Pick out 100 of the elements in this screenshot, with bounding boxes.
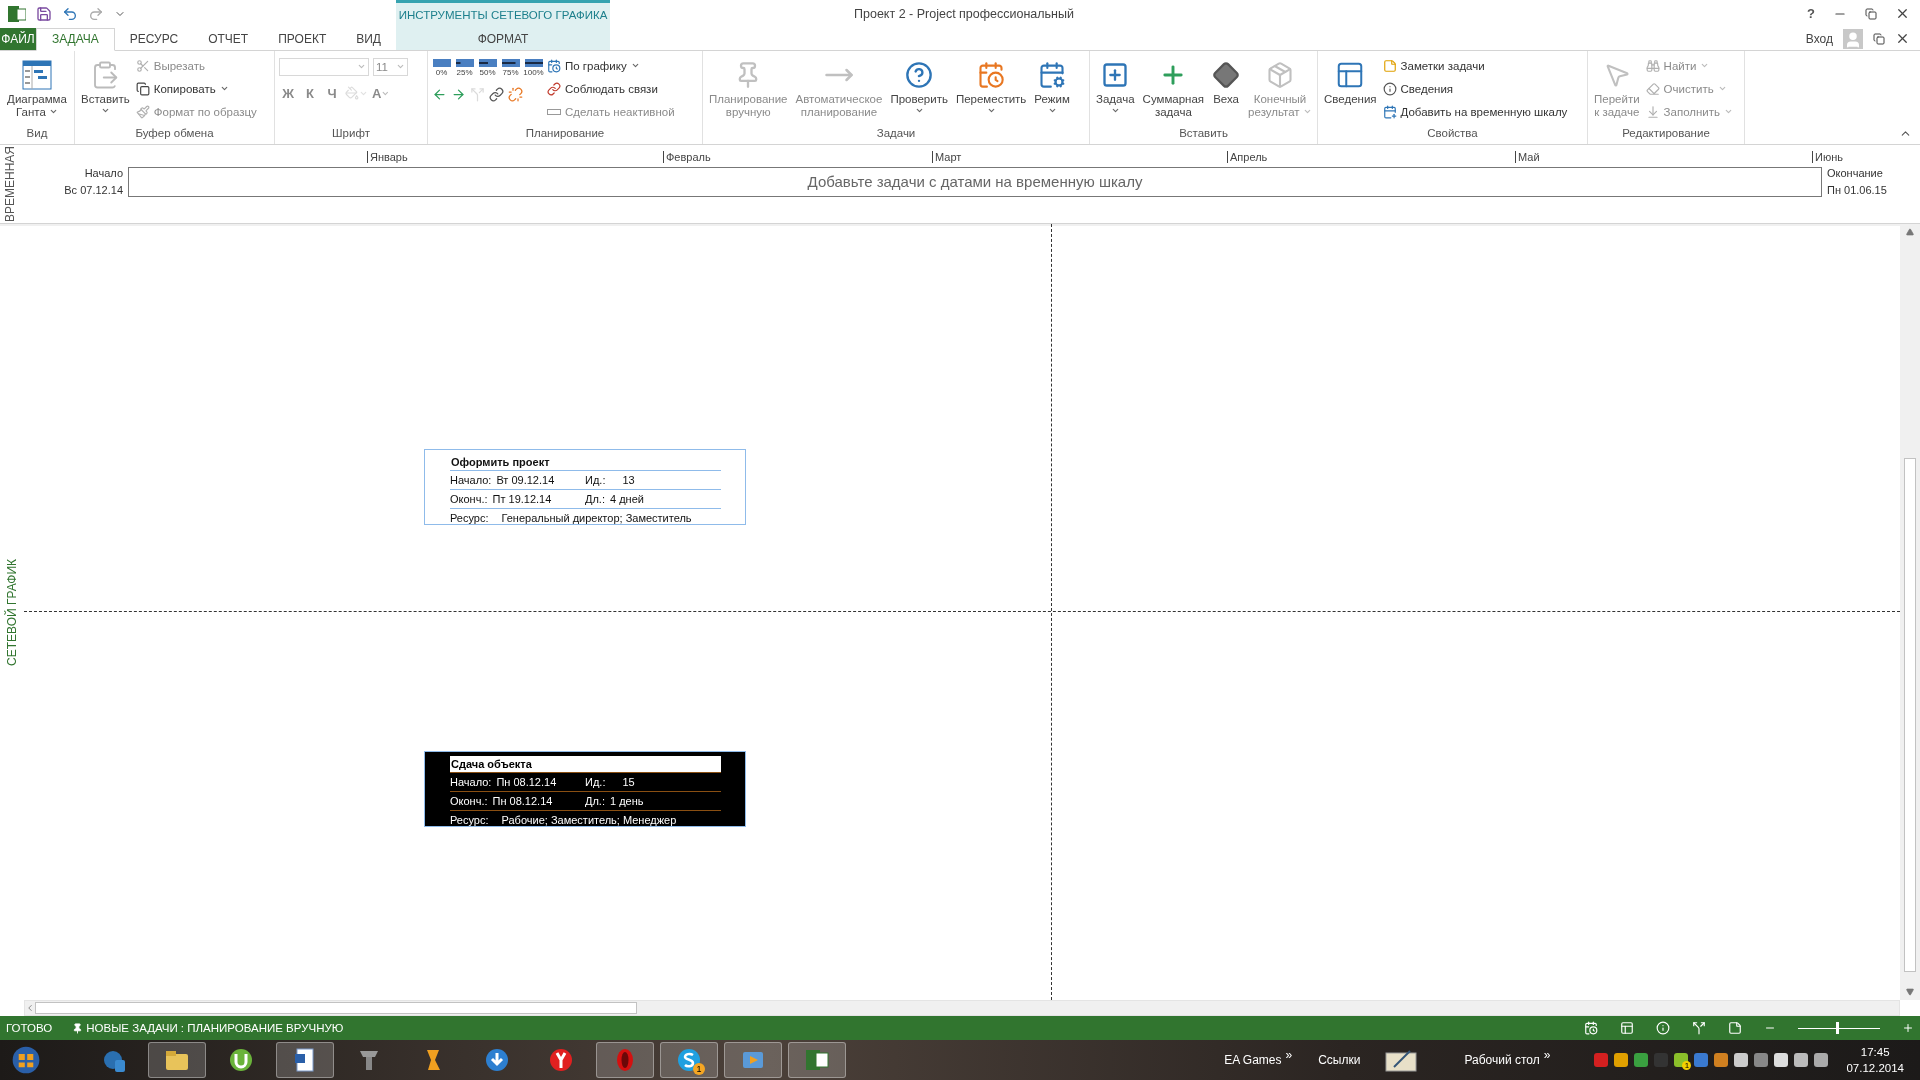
toolbar-label[interactable]: Рабочий стол [1464,1053,1540,1068]
timeline-bar[interactable]: Добавьте задачи с датами на временную шкалу [128,166,1822,197]
ribbon-button[interactable]: Веха [1210,54,1243,108]
resource-names: Генеральный директор; Заместитель [501,512,692,525]
taskbar-button[interactable] [788,1042,846,1079]
tray-icon[interactable] [1774,1053,1789,1068]
tray-icon[interactable] [1714,1053,1729,1068]
gantt-chart-icon [22,59,52,90]
percent-complete-button[interactable]: 0% [432,57,451,77]
ribbon-button[interactable]: Переместить [953,54,1029,117]
scroll-down-icon[interactable] [1906,988,1914,997]
field-label: Начало: [450,776,492,789]
tray-icon[interactable] [1794,1053,1809,1068]
progress-bar-icon [501,57,520,68]
calendar-arrow-icon [977,60,1006,89]
tray-icon[interactable] [1614,1053,1629,1068]
note-icon [1382,58,1397,73]
ribbon-display-icon[interactable] [1873,32,1885,45]
task-id: 15 [622,776,635,789]
sign-in-link[interactable]: Вход [1805,31,1833,46]
taskbar-button[interactable]: 1 [660,1042,718,1079]
pushpin-icon [72,1022,84,1034]
clock[interactable]: 17:45 07.12.2014 [1834,1044,1920,1077]
task-node[interactable]: Оформить проект Начало: Вт 09.12.14 Ид.: 13 Оконч.: Пт 19.12.14 Дл.: 4 дней Ресурс: Генеральный директор; Заместитель [424,449,746,526]
ribbon-button[interactable]: Проверить [888,54,950,117]
ribbon-button[interactable]: Копировать [135,78,257,99]
field-label: Дл.: [585,493,605,506]
ribbon-button[interactable]: Заметки задачи [1382,55,1568,76]
ribbon-button[interactable]: Суммарная задача [1140,54,1207,121]
timeline-add-icon [1382,104,1397,119]
taskbar-button[interactable] [148,1042,206,1079]
ribbon-button[interactable]: Сведения [1382,78,1568,99]
undo-icon[interactable] [62,5,78,22]
copy-icon [135,81,150,96]
ribbon-button[interactable]: Режим [1032,54,1072,117]
icon-button[interactable] [432,86,447,102]
toolbar-label[interactable]: Ссылки [1318,1053,1361,1068]
task-name: Сдача объекта [451,758,532,771]
ribbon-button[interactable]: Диаграмма Ганта [5,54,69,121]
icon-button[interactable] [489,86,504,102]
taskbar-button[interactable] [276,1042,334,1079]
ribbon-tab[interactable]: ФАЙЛ [0,27,36,50]
month-label: Февраль [663,150,711,163]
month-label: Июнь [1812,150,1843,163]
ribbon-tab[interactable]: ОТЧЕТ [193,27,264,50]
notification-badge: 1 [693,1063,705,1076]
ribbon-button[interactable]: Вставить [79,54,132,117]
save-icon[interactable] [36,5,52,22]
inactive-bar-icon [547,108,561,115]
toolbar-chevron[interactable]: » [1285,1048,1293,1063]
horizontal-scrollbar[interactable] [24,1000,1900,1017]
icon-button[interactable] [451,86,466,102]
ribbon-button[interactable]: Задача [1094,54,1137,117]
task-name: Оформить проект [451,456,550,469]
help-button[interactable]: ? [1807,6,1815,22]
ribbon-button[interactable]: По графику [547,55,675,76]
scroll-thumb[interactable] [1904,458,1916,973]
scroll-thumb[interactable] [35,1002,637,1015]
link-icon [489,86,504,102]
ribbon-tab[interactable]: ПРОЕКТ [263,27,342,50]
toolbar-label[interactable]: EA Games [1224,1053,1282,1068]
paintbrush-icon [135,104,150,119]
ribbon-tab[interactable]: РЕСУРС [114,27,194,50]
toolbar-chevron[interactable]: » [1543,1048,1551,1063]
task-id: 13 [622,474,635,487]
ribbon-tab[interactable]: ВИД [341,27,396,50]
month-label: Март [932,150,962,163]
ribbon-button[interactable]: Сведения [1322,54,1379,108]
percent-complete-button[interactable]: 75% [501,57,520,77]
ribbon-tab[interactable]: ЗАДАЧА [35,27,115,51]
percent-complete-button[interactable]: 25% [455,57,474,77]
details-icon [1382,81,1397,96]
timeline-side-label: ВРЕМЕННАЯ [3,145,17,222]
calendar-icon [547,58,561,73]
project-logo-icon [8,4,26,23]
pen-tablet-icon[interactable] [1384,1047,1419,1074]
ribbon-button[interactable]: Добавить на временную шкалу [1382,101,1568,122]
tray-icon[interactable]: 1 [1674,1053,1689,1068]
task-mode-status[interactable]: НОВЫЕ ЗАДАЧИ : ПЛАНИРОВАНИЕ ВРУЧНУЮ [72,1022,344,1035]
field-label: Дл.: [585,795,605,808]
field-label: Начало: [450,474,492,487]
eraser-icon [1645,81,1660,96]
tray-icon[interactable] [1734,1053,1749,1068]
field-label: Оконч.: [450,493,488,506]
vertical-scrollbar[interactable] [1900,224,1920,1001]
ribbon-button[interactable]: Соблюдать связи [547,78,675,99]
icon-button[interactable] [508,86,523,102]
zoom-slider-thumb[interactable] [1836,1022,1840,1035]
task-node[interactable]: Сдача объекта Начало: Пн 08.12.14 Ид.: 15 Оконч.: Пн 08.12.14 Дл.: 1 день Ресурс: Рабочие; Заместитель; Менеджер [424,751,746,828]
scroll-up-icon[interactable] [1906,228,1914,237]
zoom-in-icon[interactable] [1902,1022,1914,1035]
ribbon-tab[interactable]: ФОРМАТ [396,27,610,50]
percent-complete-button[interactable]: 50% [478,57,497,77]
indent-icon [451,86,466,102]
percent-complete-button[interactable]: 100% [524,57,543,77]
tray-icon[interactable] [1814,1053,1829,1068]
status-ready: ГОТОВО [6,1022,53,1035]
progress-bar-icon [478,57,497,68]
ribbon-group-label: Шрифт [331,126,371,141]
restore-icon[interactable] [1865,7,1877,20]
